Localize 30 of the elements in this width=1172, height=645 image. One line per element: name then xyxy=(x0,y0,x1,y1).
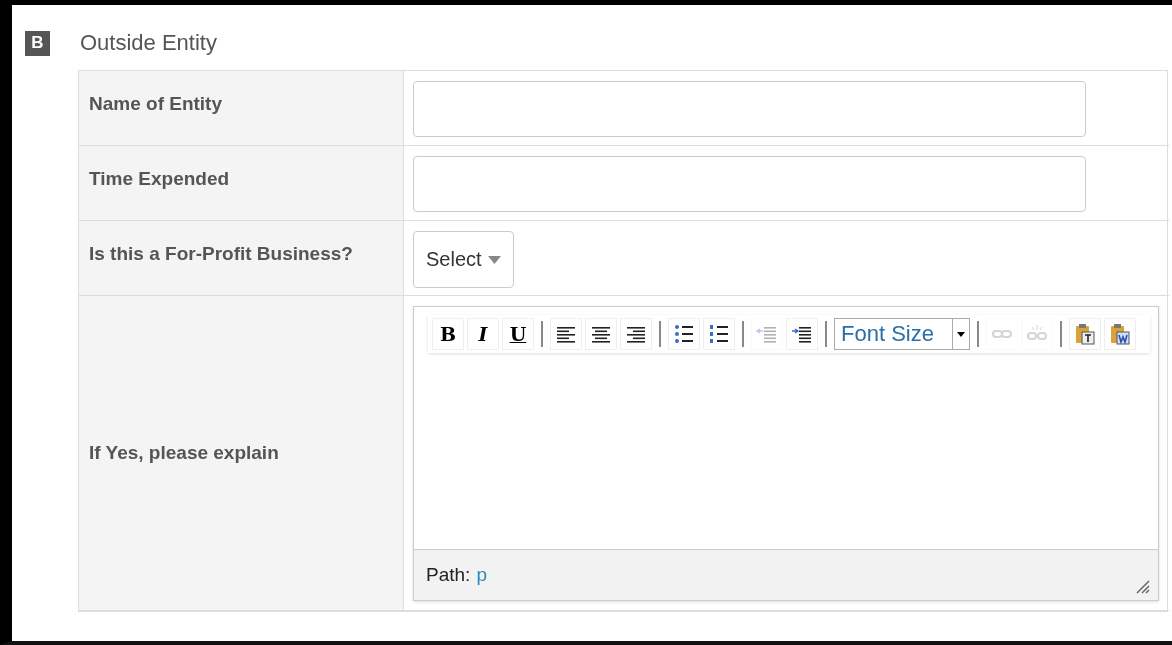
bulleted-list-icon xyxy=(673,323,695,345)
align-left-button[interactable] xyxy=(550,318,582,350)
section-title: Outside Entity xyxy=(80,30,217,56)
font-size-dropdown[interactable]: Font Size xyxy=(834,318,970,350)
caret-icon xyxy=(487,255,501,264)
text-field[interactable] xyxy=(413,81,1086,137)
path-label: Path: xyxy=(426,564,471,586)
section-badge: B xyxy=(25,30,50,56)
field-label: If Yes, please explain xyxy=(79,296,404,611)
caret-icon xyxy=(957,331,965,337)
italic-button[interactable]: I xyxy=(467,318,499,350)
underline-button[interactable]: U xyxy=(502,318,534,350)
clipboard-text-icon xyxy=(1074,323,1096,345)
numbers-button[interactable] xyxy=(703,318,735,350)
bullets-button[interactable] xyxy=(668,318,700,350)
field-label: Is this a For-Profit Business? xyxy=(79,221,404,296)
indent-button[interactable] xyxy=(786,318,818,350)
clipboard-word-icon xyxy=(1109,323,1131,345)
field-label: Name of Entity xyxy=(79,71,404,146)
align-center-button[interactable] xyxy=(585,318,617,350)
bold-button[interactable]: B xyxy=(432,318,464,350)
rich-text-editor[interactable]: B I U Font Size Path: p xyxy=(413,306,1159,601)
field-label: Time Expended xyxy=(79,146,404,221)
text-field[interactable] xyxy=(413,156,1086,212)
paste-text-button[interactable] xyxy=(1069,318,1101,350)
numbered-list-icon xyxy=(708,323,730,345)
align-right-button[interactable] xyxy=(620,318,652,350)
paste-word-button[interactable] xyxy=(1104,318,1136,350)
resize-grip-icon[interactable] xyxy=(1134,578,1150,594)
select-dropdown[interactable]: Select xyxy=(413,231,514,288)
